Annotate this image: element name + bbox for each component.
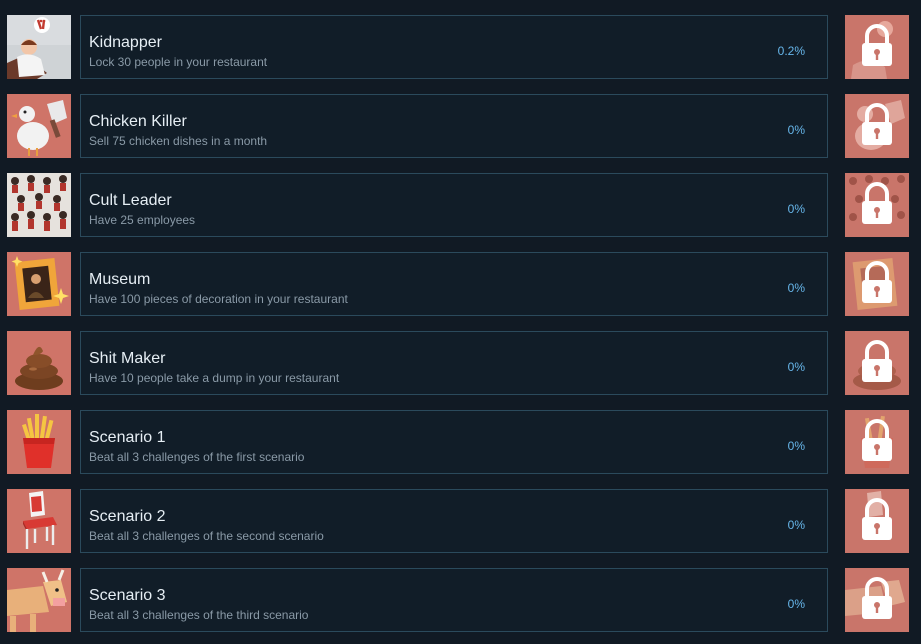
- achievement-row: Scenario 1 Beat all 3 challenges of the …: [0, 410, 921, 474]
- locked-badge: [845, 489, 909, 553]
- kidnapper-icon: [7, 15, 71, 79]
- achievement-title: Museum: [89, 271, 151, 288]
- achievement-card[interactable]: Cult Leader Have 25 employees 0%: [80, 173, 828, 237]
- lock-icon: [845, 15, 909, 79]
- achievement-description: Lock 30 people in your restaurant: [89, 55, 268, 69]
- poop-icon: [7, 331, 71, 395]
- lock-icon: [845, 94, 909, 158]
- cult-leader-icon: [7, 173, 71, 237]
- achievement-card[interactable]: Shit Maker Have 10 people take a dump in…: [80, 331, 828, 395]
- achievement-percent: 0.2%: [777, 44, 805, 58]
- lock-icon: [845, 173, 909, 237]
- locked-badge: [845, 410, 909, 474]
- achievement-list: Kidnapper Lock 30 people in your restaur…: [0, 0, 921, 644]
- locked-badge: [845, 252, 909, 316]
- chicken-killer-icon: [7, 94, 71, 158]
- achievement-percent: 0%: [787, 123, 805, 137]
- achievement-card[interactable]: Scenario 2 Beat all 3 challenges of the …: [80, 489, 828, 553]
- achievement-description: Sell 75 chicken dishes in a month: [89, 134, 268, 148]
- achievement-title: Shit Maker: [89, 350, 166, 367]
- achievement-card[interactable]: Scenario 1 Beat all 3 challenges of the …: [80, 410, 828, 474]
- fries-icon: [7, 410, 71, 474]
- achievement-description: Have 100 pieces of decoration in your re…: [89, 292, 348, 306]
- lock-icon: [845, 331, 909, 395]
- lock-icon: [845, 568, 909, 632]
- locked-badge: [845, 173, 909, 237]
- achievement-percent: 0%: [787, 518, 805, 532]
- achievement-card[interactable]: Scenario 3 Beat all 3 challenges of the …: [80, 568, 828, 632]
- locked-badge: [845, 331, 909, 395]
- achievement-title: Cult Leader: [89, 192, 172, 209]
- achievement-percent: 0%: [787, 360, 805, 374]
- locked-badge: [845, 568, 909, 632]
- achievement-row: Museum Have 100 pieces of decoration in …: [0, 252, 921, 316]
- achievement-description: Beat all 3 challenges of the third scena…: [89, 608, 309, 622]
- achievement-row: Kidnapper Lock 30 people in your restaur…: [0, 15, 921, 79]
- achievement-percent: 0%: [787, 281, 805, 295]
- achievement-row: Chicken Killer Sell 75 chicken dishes in…: [0, 94, 921, 158]
- lock-icon: [845, 410, 909, 474]
- locked-badge: [845, 15, 909, 79]
- achievement-description: Have 25 employees: [89, 213, 196, 227]
- achievement-card[interactable]: Museum Have 100 pieces of decoration in …: [80, 252, 828, 316]
- lock-icon: [845, 252, 909, 316]
- achievement-row: Cult Leader Have 25 employees 0%: [0, 173, 921, 237]
- achievement-title: Scenario 1: [89, 429, 166, 446]
- locked-badge: [845, 94, 909, 158]
- lock-icon: [845, 489, 909, 553]
- achievement-title: Scenario 3: [89, 587, 166, 604]
- achievement-row: Scenario 2 Beat all 3 challenges of the …: [0, 489, 921, 553]
- achievement-title: Kidnapper: [89, 34, 162, 51]
- chair-icon: [7, 489, 71, 553]
- achievement-percent: 0%: [787, 439, 805, 453]
- museum-icon: [7, 252, 71, 316]
- achievement-row: Scenario 3 Beat all 3 challenges of the …: [0, 568, 921, 632]
- achievement-row: Shit Maker Have 10 people take a dump in…: [0, 331, 921, 395]
- cow-icon: [7, 568, 71, 632]
- achievement-description: Beat all 3 challenges of the second scen…: [89, 529, 324, 543]
- achievement-description: Beat all 3 challenges of the first scena…: [89, 450, 305, 464]
- achievement-description: Have 10 people take a dump in your resta…: [89, 371, 340, 385]
- achievement-card[interactable]: Kidnapper Lock 30 people in your restaur…: [80, 15, 828, 79]
- achievement-title: Scenario 2: [89, 508, 166, 525]
- achievement-card[interactable]: Chicken Killer Sell 75 chicken dishes in…: [80, 94, 828, 158]
- achievement-percent: 0%: [787, 597, 805, 611]
- achievement-title: Chicken Killer: [89, 113, 187, 130]
- achievement-percent: 0%: [787, 202, 805, 216]
